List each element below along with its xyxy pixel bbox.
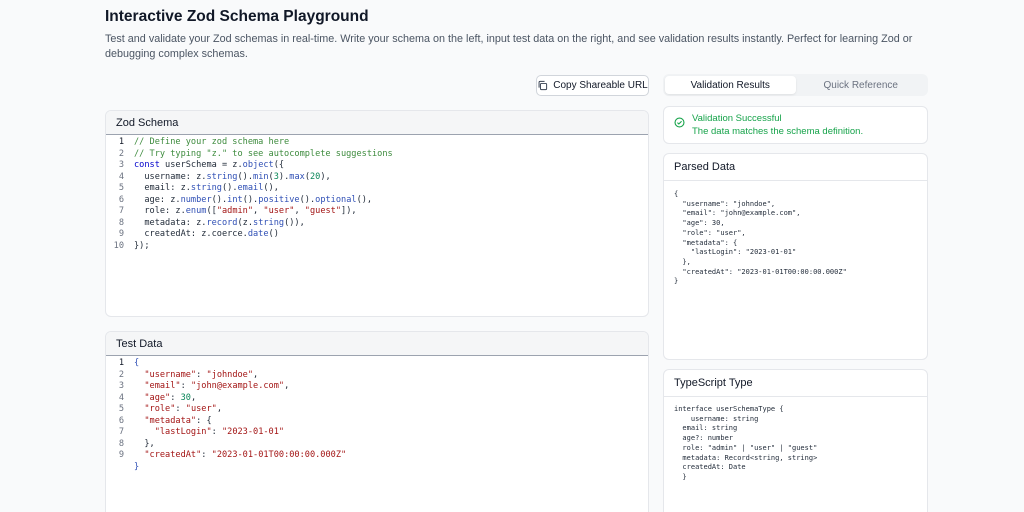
code-line: 2// Try typing "z." to see autocomplete …: [118, 148, 393, 159]
code-line: 4 "age": 30,: [118, 392, 197, 403]
code-line: 7 "lastLogin": "2023-01-01": [118, 427, 285, 437]
page-description: Test and validate your Zod schemas in re…: [105, 33, 913, 60]
code-line: 3 const userSchema = z.object({: [118, 160, 285, 170]
parsed-data-panel: Parsed Data { "username": "johndoe", "em…: [663, 153, 928, 360]
zod-schema-title: Zod Schema: [106, 111, 648, 135]
code-line: 9 createdAt: z.coerce.date(): [118, 229, 279, 239]
results-tabs: Validation Results Quick Reference: [663, 74, 928, 96]
tab-validation-results[interactable]: Validation Results: [665, 76, 796, 94]
copy-icon: [538, 80, 548, 91]
copy-shareable-url-button[interactable]: Copy Shareable URL: [536, 75, 649, 96]
zod-schema-editor[interactable]: 1// Define your zod schema here 2// Try …: [106, 135, 648, 252]
typescript-type-title: TypeScript Type: [664, 370, 927, 397]
code-line: }: [134, 461, 140, 472]
parsed-data-title: Parsed Data: [664, 154, 927, 181]
code-line: 8 metadata: z.record(z.string()),: [118, 217, 305, 228]
check-circle-icon: [674, 117, 685, 128]
code-line: 7 role: z.enum(["admin", "user", "guest"…: [118, 206, 357, 216]
zod-schema-panel: Zod Schema 1// Define your zod schema he…: [105, 110, 649, 317]
tab-quick-reference[interactable]: Quick Reference: [796, 76, 927, 94]
code-line: 5 email: z.string().email(),: [118, 183, 279, 193]
validation-status: Validation Successful The data matches t…: [663, 106, 928, 144]
code-line: 1{: [118, 358, 140, 368]
code-line: 1// Define your zod schema here: [118, 137, 290, 147]
copy-shareable-url-label: Copy Shareable URL: [553, 80, 648, 91]
parsed-data-output: { "username": "johndoe", "email": "john@…: [674, 190, 847, 286]
typescript-type-output: interface userSchemaType { username: str…: [674, 405, 818, 481]
code-line: 10});: [113, 240, 150, 251]
test-data-editor[interactable]: 1{ 2 "username": "johndoe", 3 "email": "…: [106, 356, 648, 473]
code-line: 5 "role": "user",: [118, 404, 222, 414]
typescript-type-panel: TypeScript Type interface userSchemaType…: [663, 369, 928, 512]
code-line: 4 username: z.string().min(3).max(20),: [118, 171, 331, 182]
validation-status-title: Validation Successful: [692, 113, 782, 124]
validation-status-message: The data matches the schema definition.: [692, 126, 864, 137]
code-line: 3 "email": "john@example.com",: [118, 381, 290, 391]
test-data-title: Test Data: [106, 332, 648, 356]
test-data-panel: Test Data 1{ 2 "username": "johndoe", 3 …: [105, 331, 649, 512]
code-line: 6 "metadata": {: [118, 415, 212, 426]
code-line: 9 "createdAt": "2023-01-01T00:00:00.000Z…: [118, 450, 347, 460]
code-line: 2 "username": "johndoe",: [118, 369, 259, 380]
page-title: Interactive Zod Schema Playground: [105, 8, 369, 25]
code-line: 8 },: [118, 438, 155, 449]
code-line: 6 age: z.number().int().positive().optio…: [118, 194, 373, 205]
